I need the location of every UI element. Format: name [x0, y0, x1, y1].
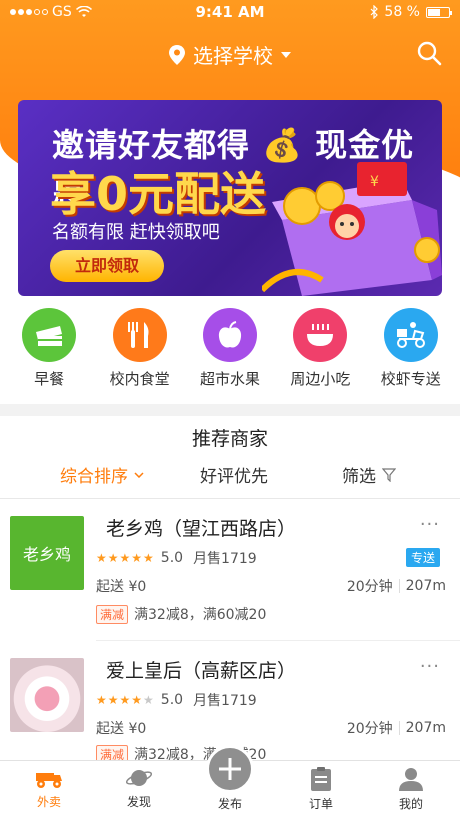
more-icon[interactable]: ···: [420, 514, 440, 535]
planet-icon: [126, 770, 152, 786]
publish-button[interactable]: [206, 745, 254, 793]
rating-stars: ★★★★★: [96, 551, 155, 565]
shop-rating: 5.0: [160, 692, 184, 708]
caret-down-icon: [281, 51, 291, 58]
status-bar: GS 9:41 AM 58 %: [0, 0, 460, 24]
cake-icon: [22, 308, 77, 362]
shop-time: 20分钟: [346, 721, 393, 737]
bowl-icon: [293, 308, 348, 362]
sort-rating[interactable]: 好评优先: [200, 462, 268, 487]
promo-tag: 满减: [96, 604, 129, 624]
shop-rating-row: ★★★★★ 5.0 月售1719: [96, 548, 257, 568]
shop-logo-text: 老乡鸡: [22, 545, 71, 564]
category-label: 超市水果: [199, 370, 260, 388]
scooter-icon: [383, 308, 438, 362]
fork-knife-icon: [112, 308, 167, 362]
takeout-icon: [36, 773, 62, 788]
sort-filter[interactable]: 筛选: [342, 462, 396, 487]
battery-icon: [426, 6, 452, 18]
promo-banner[interactable]: 邀请好友都得 💰 现金优惠 享0元配送 名额有限 赶快领取吧 立即领取 ¥: [18, 100, 442, 296]
banner-big-text: 享0元配送: [50, 167, 267, 221]
tab-takeout[interactable]: 外卖: [9, 767, 89, 810]
shop-delivery-row: 起送 ¥0 20分钟 207m: [96, 718, 446, 738]
category-breakfast[interactable]: 早餐: [7, 308, 91, 396]
shop-delivery-row: 起送 ¥0 20分钟 207m: [96, 576, 446, 596]
shop-min-order: 起送 ¥0: [96, 579, 147, 595]
gift-box-illustration: ¥: [262, 162, 442, 296]
category-label: 早餐: [34, 370, 65, 388]
section-divider: [0, 404, 460, 416]
delivery-badge: 专送: [405, 548, 440, 567]
shop-min-order: 起送 ¥0: [96, 721, 147, 737]
shop-logo: [10, 658, 84, 732]
banner-subtitle: 名额有限 赶快领取吧: [52, 222, 220, 243]
shop-rating-row: ★★★★★ 5.0 月售1719: [96, 690, 257, 710]
user-icon: [399, 768, 423, 791]
apple-icon: [202, 308, 257, 362]
tab-discover[interactable]: 发现: [99, 767, 179, 810]
sort-bar: 综合排序 好评优先 筛选: [0, 462, 460, 488]
more-icon[interactable]: ···: [420, 656, 440, 677]
category-snacks[interactable]: 周边小吃: [278, 308, 362, 396]
search-icon[interactable]: [416, 40, 442, 66]
tab-mine[interactable]: 我的: [371, 767, 451, 812]
svg-text:¥: ¥: [370, 174, 379, 190]
category-label: 校内食堂: [109, 370, 170, 388]
shop-name: 老乡鸡（望江西路店）: [106, 518, 297, 540]
tab-takeout-label: 外卖: [36, 795, 61, 809]
clock: 9:41 AM: [195, 3, 265, 21]
sort-divider: [0, 498, 460, 499]
category-canteen[interactable]: 校内食堂: [98, 308, 182, 396]
school-selector-label: 选择学校: [193, 44, 273, 68]
tab-publish-label: 发布: [217, 797, 242, 811]
shop-promo: 满32减8，满60减20: [134, 607, 267, 623]
shop-rating: 5.0: [160, 550, 184, 566]
clipboard-icon: [311, 767, 331, 791]
tab-orders[interactable]: 订单: [281, 767, 361, 812]
category-label: 校虾专送: [380, 370, 441, 388]
shop-divider: [96, 640, 460, 641]
filter-icon: [382, 467, 396, 482]
tab-discover-label: 发现: [126, 795, 151, 809]
shop-distance: 207m: [405, 578, 446, 594]
category-row: 早餐 校内食堂 超市水果 周边小吃 校虾专送: [0, 308, 460, 396]
category-label: 周边小吃: [290, 370, 351, 388]
school-selector[interactable]: 选择学校: [0, 40, 460, 69]
shop-promo-row: 满减 满32减8，满60减20: [96, 604, 266, 624]
shop-distance: 207m: [405, 720, 446, 736]
bottom-tab-bar: 外卖 发现 发布 订单 我的: [0, 745, 460, 818]
rating-stars: ★★★★★: [96, 693, 155, 707]
claim-now-button[interactable]: 立即领取: [50, 250, 164, 282]
category-fruit[interactable]: 超市水果: [188, 308, 272, 396]
tab-orders-label: 订单: [308, 797, 333, 811]
tab-mine-label: 我的: [398, 797, 423, 811]
separator: [398, 579, 400, 593]
plus-icon: [219, 758, 241, 780]
shop-sales: 月售1719: [193, 693, 257, 709]
shop-time: 20分钟: [346, 579, 393, 595]
shop-logo: 老乡鸡: [10, 516, 84, 590]
separator: [398, 721, 400, 735]
category-delivery[interactable]: 校虾专送: [369, 308, 453, 396]
sort-overall[interactable]: 综合排序: [60, 462, 144, 487]
shop-name: 爱上皇后（高薪区店）: [106, 660, 297, 682]
sort-overall-label: 综合排序: [60, 467, 128, 487]
sort-filter-label: 筛选: [342, 467, 376, 487]
shop-card[interactable]: 老乡鸡 老乡鸡（望江西路店） ··· ★★★★★ 5.0 月售1719 专送 起…: [0, 510, 460, 641]
recommend-title: 推荐商家: [191, 428, 268, 450]
chevron-down-icon: [134, 471, 144, 478]
sort-rating-label: 好评优先: [200, 467, 268, 487]
location-pin-icon: [169, 44, 185, 65]
shop-sales: 月售1719: [193, 551, 257, 567]
